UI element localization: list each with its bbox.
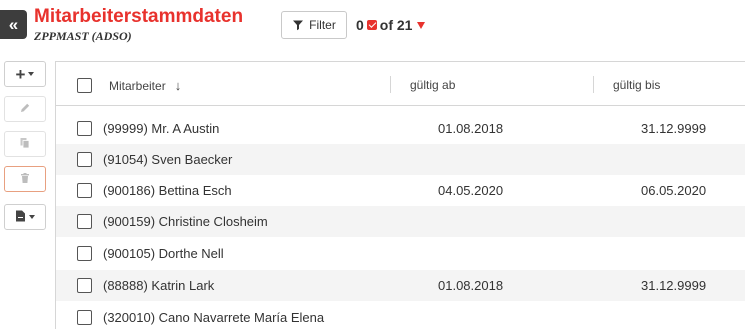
filter-button[interactable]: Filter bbox=[281, 11, 347, 39]
table-row[interactable]: (900159) Christine Closheim bbox=[56, 206, 745, 237]
select-all-checkbox[interactable] bbox=[77, 78, 92, 93]
back-button[interactable]: « bbox=[0, 10, 27, 39]
count-total: of 21 bbox=[379, 17, 413, 33]
chevron-down-icon bbox=[28, 72, 35, 76]
export-menu-button[interactable] bbox=[4, 204, 46, 230]
table-row[interactable]: (91054) Sven Baecker bbox=[56, 144, 745, 175]
edit-button[interactable] bbox=[4, 96, 46, 122]
cell-mitarbeiter: (900186) Bettina Esch bbox=[103, 183, 232, 198]
table-row[interactable]: (900105) Dorthe Nell bbox=[56, 238, 745, 269]
employee-table: Mitarbeiter ↓ gültig ab gültig bis (99999… bbox=[55, 61, 745, 329]
cell-mitarbeiter: (91054) Sven Baecker bbox=[103, 152, 233, 167]
row-checkbox[interactable] bbox=[77, 310, 92, 325]
table-row[interactable]: (99999) Mr. A Austin 01.08.2018 31.12.99… bbox=[56, 113, 745, 144]
chevron-down-icon bbox=[29, 215, 35, 219]
arrow-down-icon: ↓ bbox=[174, 78, 182, 93]
filter-label: Filter bbox=[309, 18, 336, 32]
row-checkbox[interactable] bbox=[77, 152, 92, 167]
cell-gueltig-ab: 01.08.2018 bbox=[438, 278, 504, 293]
filter-active-icon[interactable] bbox=[417, 21, 426, 29]
plus-icon: + bbox=[15, 64, 26, 84]
file-icon bbox=[15, 209, 26, 226]
column-header-label: Mitarbeiter bbox=[109, 79, 166, 93]
page-title: Mitarbeiterstammdaten bbox=[34, 6, 244, 27]
row-checkbox[interactable] bbox=[77, 278, 92, 293]
funnel-icon bbox=[292, 19, 304, 31]
pencil-icon bbox=[19, 101, 31, 118]
trash-icon bbox=[19, 171, 31, 188]
cell-mitarbeiter: (900105) Dorthe Nell bbox=[103, 246, 224, 261]
cell-mitarbeiter: (88888) Katrin Lark bbox=[103, 278, 215, 293]
delete-button[interactable] bbox=[4, 166, 46, 192]
column-divider[interactable] bbox=[390, 76, 391, 93]
row-checkbox[interactable] bbox=[77, 246, 92, 261]
cell-mitarbeiter: (99999) Mr. A Austin bbox=[103, 121, 220, 136]
add-menu-button[interactable]: + bbox=[4, 61, 46, 87]
cell-gueltig-bis: 06.05.2020 bbox=[641, 183, 707, 198]
row-checkbox[interactable] bbox=[77, 183, 92, 198]
page-subtitle: ZPPMAST (ADSO) bbox=[34, 29, 132, 43]
column-header-mitarbeiter[interactable]: Mitarbeiter ↓ bbox=[109, 78, 181, 93]
cell-gueltig-bis: 31.12.9999 bbox=[641, 278, 707, 293]
row-checkbox[interactable] bbox=[77, 214, 92, 229]
column-header-gueltig-ab[interactable]: gültig ab bbox=[410, 78, 455, 92]
selection-checkmark-icon[interactable] bbox=[366, 20, 377, 30]
count-selected: 0 bbox=[356, 17, 364, 33]
table-row[interactable]: (88888) Katrin Lark 01.08.2018 31.12.999… bbox=[56, 270, 745, 301]
table-row[interactable]: (900186) Bettina Esch 04.05.2020 06.05.2… bbox=[56, 175, 745, 206]
cell-gueltig-ab: 01.08.2018 bbox=[438, 121, 504, 136]
cell-mitarbeiter: (320010) Cano Navarrete María Elena bbox=[103, 310, 325, 325]
table-row[interactable]: (320010) Cano Navarrete María Elena bbox=[56, 302, 745, 329]
column-divider[interactable] bbox=[593, 76, 594, 93]
copy-icon bbox=[19, 136, 31, 153]
column-header-gueltig-bis[interactable]: gültig bis bbox=[613, 78, 660, 92]
record-count: 0 of 21 bbox=[356, 17, 426, 33]
copy-button[interactable] bbox=[4, 131, 46, 157]
table-header: Mitarbeiter ↓ gültig ab gültig bis bbox=[56, 62, 745, 106]
cell-gueltig-bis: 31.12.9999 bbox=[641, 121, 707, 136]
row-checkbox[interactable] bbox=[77, 121, 92, 136]
cell-mitarbeiter: (900159) Christine Closheim bbox=[103, 214, 268, 229]
cell-gueltig-ab: 04.05.2020 bbox=[438, 183, 504, 198]
